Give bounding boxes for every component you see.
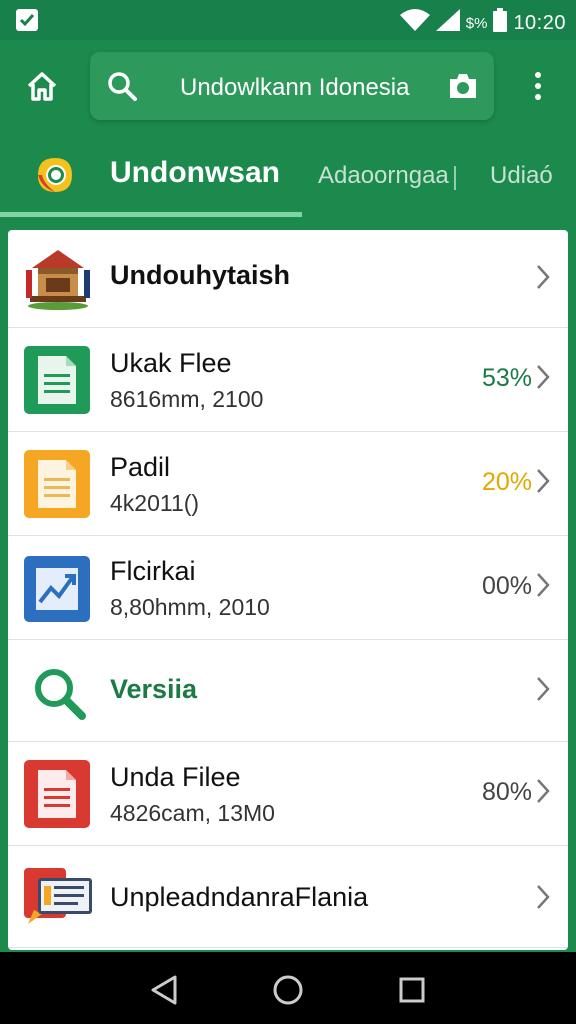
- dot: [535, 72, 541, 78]
- tab-undonwsan[interactable]: Undonwsan: [110, 156, 280, 190]
- item-title: Unda Filee: [110, 762, 241, 792]
- search-icon: [108, 72, 137, 101]
- chevron-right-icon: [537, 365, 550, 389]
- green-search-icon: [35, 669, 86, 720]
- item-title: Padil: [110, 452, 171, 482]
- chevron-right-icon: [537, 677, 550, 701]
- blue-chart-icon: [24, 556, 90, 622]
- item-title: Undouhytaish: [110, 260, 290, 290]
- battery-percent: $%: [465, 14, 488, 32]
- item-title: Flcirkai: [110, 556, 196, 586]
- file-list: Undouhytaish Ukak Flee 8616mm, 2100 53% …: [8, 230, 568, 950]
- home-nav-button[interactable]: [268, 970, 308, 1010]
- home-icon: [27, 72, 57, 101]
- item-title: Versiia: [110, 674, 198, 704]
- search-box[interactable]: Undowlkann Idonesia: [90, 52, 494, 120]
- item-subtitle: 8,80hmm, 2010: [110, 594, 270, 620]
- active-tab-indicator: [0, 212, 302, 217]
- list-item[interactable]: Padil 4k2011() 20%: [8, 432, 568, 536]
- chevron-right-icon: [537, 469, 550, 493]
- wifi-icon: [399, 9, 430, 37]
- clock: 10:20: [513, 11, 566, 34]
- item-percent: 53%: [481, 364, 532, 392]
- checkbox-notification-icon: [16, 9, 38, 31]
- chevron-right-icon: [537, 885, 550, 909]
- house-illustration-icon: [26, 250, 90, 310]
- tab-adaoorngaa[interactable]: Adaoorngaa: [318, 162, 449, 190]
- presentation-icon: [24, 868, 92, 924]
- chevron-right-icon: [537, 265, 550, 289]
- tab-bar: Undonwsan Adaoorngaa Udiaó: [0, 132, 576, 218]
- item-percent: 00%: [481, 572, 532, 600]
- recents-button[interactable]: [392, 970, 432, 1010]
- back-button[interactable]: [144, 970, 184, 1010]
- green-document-icon: [24, 346, 90, 414]
- item-percent: 80%: [481, 778, 532, 806]
- search-query[interactable]: Undowlkann Idonesia: [180, 74, 410, 102]
- camera-icon[interactable]: [448, 72, 478, 100]
- yellow-document-icon: [24, 450, 90, 518]
- battery-icon: [493, 8, 508, 38]
- list-item[interactable]: Undouhytaish: [8, 230, 568, 328]
- tab-separator: [454, 166, 456, 190]
- item-percent: 20%: [481, 468, 532, 496]
- status-bar: $% 10:20: [0, 0, 576, 40]
- list-item[interactable]: Versiia: [8, 640, 568, 742]
- red-document-icon: [24, 760, 90, 828]
- app-bar: Undowlkann Idonesia: [0, 40, 576, 132]
- home-button[interactable]: [20, 64, 64, 108]
- item-subtitle: 8616mm, 2100: [110, 386, 264, 412]
- tab-udiao[interactable]: Udiaó: [490, 162, 553, 190]
- list-item[interactable]: Flcirkai 8,80hmm, 2010 00%: [8, 536, 568, 640]
- list-item[interactable]: UnpleadndanraFlania: [8, 846, 568, 948]
- chevron-right-icon: [537, 779, 550, 803]
- home-circle-icon: [273, 975, 303, 1005]
- item-subtitle: 4k2011(): [110, 490, 200, 516]
- item-subtitle: 4826cam, 13M0: [110, 800, 275, 826]
- brand-logo-icon: [38, 158, 72, 192]
- signal-icon: [435, 9, 460, 37]
- chevron-right-icon: [537, 573, 550, 597]
- dot: [535, 94, 541, 100]
- more-options-button[interactable]: [520, 66, 556, 106]
- item-title: Ukak Flee: [110, 348, 232, 378]
- list-item[interactable]: Ukak Flee 8616mm, 2100 53%: [8, 328, 568, 432]
- item-title: UnpleadndanraFlania: [110, 882, 369, 912]
- recents-square-icon: [399, 977, 425, 1003]
- dot: [535, 83, 541, 89]
- system-navigation-bar: [0, 952, 576, 1024]
- back-triangle-icon: [151, 975, 177, 1005]
- list-item[interactable]: Unda Filee 4826cam, 13M0 80%: [8, 742, 568, 846]
